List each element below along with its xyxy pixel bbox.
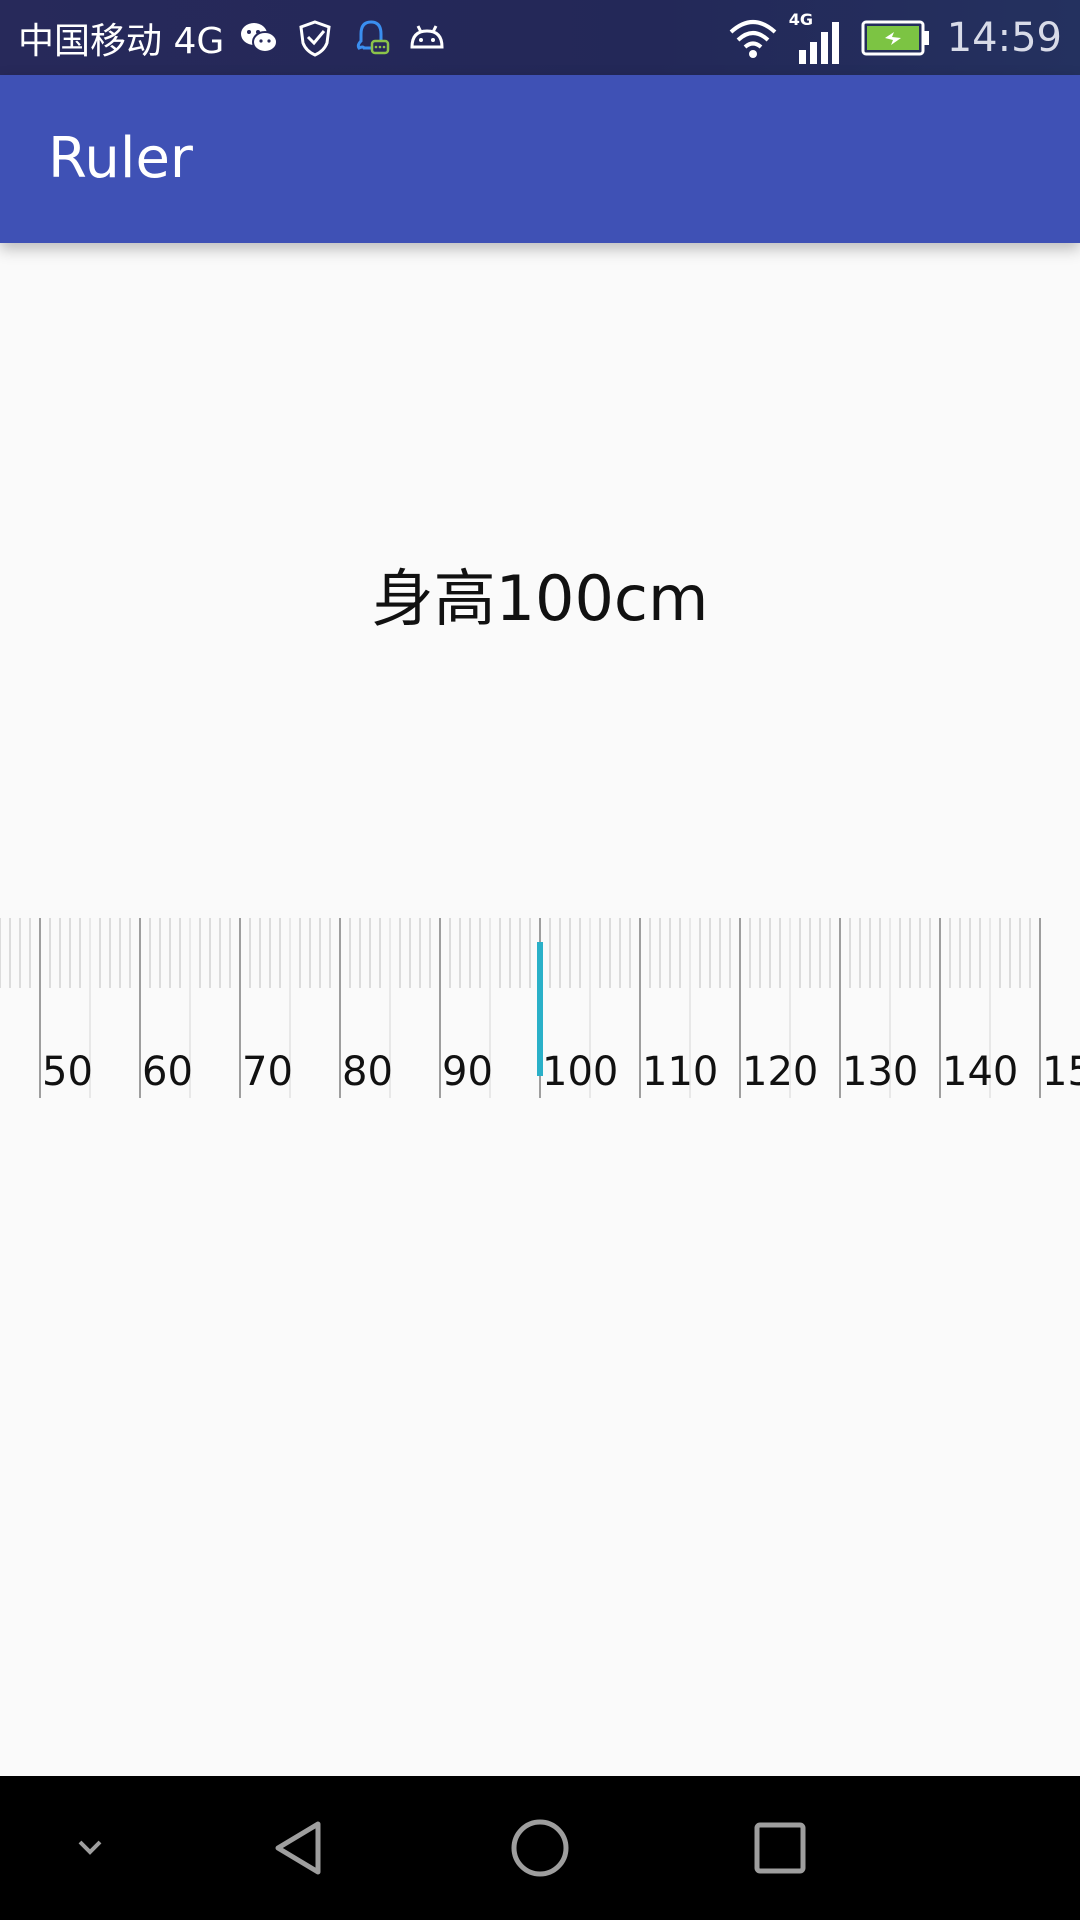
signal-icon — [798, 21, 839, 64]
ruler-label: 110 — [642, 1049, 718, 1095]
app-title: Ruler — [48, 126, 193, 191]
ruler-label: 90 — [442, 1049, 493, 1095]
hide-nav-button[interactable] — [40, 1776, 140, 1920]
ruler-scale[interactable]: 50 60 70 80 90 100 110 120 130 140 150 — [0, 910, 1080, 1100]
ruler-label: 140 — [942, 1049, 1018, 1095]
status-left: 中国移动 4G — [18, 0, 448, 75]
carrier-label: 中国移动 4G — [18, 20, 225, 62]
ruler-label: 120 — [742, 1049, 818, 1095]
ruler-label: 70 — [242, 1049, 293, 1095]
wechat-icon — [241, 22, 279, 53]
status-right: 4G 14:59 — [727, 0, 1062, 75]
height-ruler[interactable]: 50 60 70 80 90 100 110 120 130 140 150 — [0, 910, 1080, 1100]
screen: 中国移动 4G 4G 14:59 Ruler 身高100cm 50 60 70 … — [0, 0, 1080, 1920]
qq-icon — [357, 19, 390, 54]
home-button[interactable] — [490, 1776, 590, 1920]
navigation-bar — [0, 1776, 1080, 1920]
status-bar: 中国移动 4G 4G 14:59 — [0, 0, 1080, 75]
home-icon — [511, 1819, 569, 1877]
back-icon — [275, 1821, 321, 1875]
clock: 14:59 — [946, 14, 1062, 61]
ruler-label: 50 — [42, 1049, 93, 1095]
android-icon — [410, 24, 444, 48]
app-bar: Ruler — [0, 75, 1080, 243]
back-button[interactable] — [250, 1776, 350, 1920]
shield-icon — [299, 19, 331, 57]
signal-group: 4G — [789, 10, 845, 66]
wifi-icon — [729, 19, 777, 58]
recents-icon — [754, 1822, 806, 1874]
recents-button[interactable] — [730, 1776, 830, 1920]
chevron-down-icon — [78, 1840, 102, 1855]
battery-charging-icon — [861, 20, 929, 55]
ruler-label: 100 — [542, 1049, 618, 1095]
ruler-label: 80 — [342, 1049, 393, 1095]
ruler-indicator — [537, 942, 543, 1076]
ruler-label: 60 — [142, 1049, 193, 1095]
ruler-label: 150 — [1042, 1049, 1080, 1095]
ruler-label: 130 — [842, 1049, 918, 1095]
height-value-label: 身高100cm — [371, 562, 709, 635]
